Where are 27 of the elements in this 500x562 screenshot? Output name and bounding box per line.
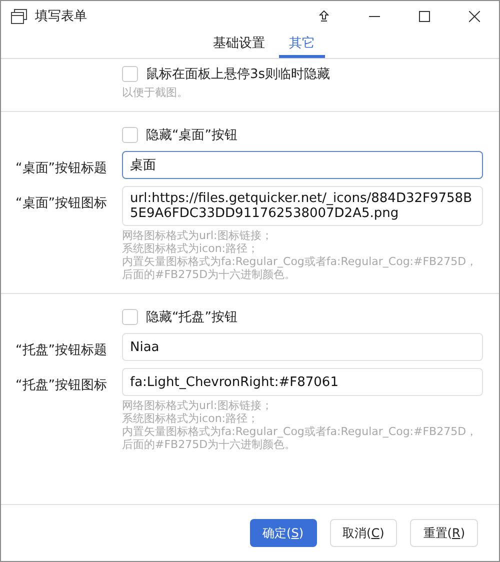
checkbox-label: 隐藏“桌面”按钮	[146, 127, 238, 144]
dialog-button[interactable]: 取消(C)	[330, 519, 398, 547]
field-label: “托盘”按钮图标	[14, 377, 108, 394]
field-label: “托盘”按钮标题	[14, 342, 108, 359]
checkbox[interactable]	[122, 309, 138, 325]
field-label: “桌面”按钮图标	[14, 195, 108, 212]
window-icon	[11, 8, 27, 24]
window-title: 填写表单	[35, 8, 88, 25]
dialog-button[interactable]: 确定(S)	[250, 519, 317, 547]
input-field[interactable]: 桌面	[122, 151, 483, 179]
checkbox-label: 隐藏“托盘”按钮	[146, 309, 238, 326]
input-field[interactable]: Niaa	[122, 333, 483, 361]
close-icon[interactable]	[468, 10, 480, 22]
dialog-button[interactable]: 重置(R)	[410, 519, 478, 547]
checkbox[interactable]	[122, 127, 138, 143]
hint-text: 网络图标格式为url:图标链接； 系统图标格式为icon:路径； 内置矢量图标格式为fa:Regular_Cog或者fa:Regular_Cog:#FB275D， 后面的#FB275D为十六进制颜色。	[122, 399, 478, 451]
maximize-icon[interactable]	[418, 10, 430, 22]
hint-text: 以便于截图。	[122, 86, 189, 99]
tab[interactable]: 基础设置	[203, 31, 275, 58]
tab[interactable]: 其它	[279, 31, 325, 58]
pin-icon[interactable]	[319, 10, 329, 22]
checkbox[interactable]	[122, 66, 138, 82]
input-field[interactable]: url:https://files.getquicker.net/_icons/884D32F9758B5E9A6FDC33DD911762538007D2A5.png	[122, 186, 483, 226]
checkbox-label: 鼠标在面板上悬停3s则临时隐藏	[146, 66, 330, 83]
hint-text: 网络图标格式为url:图标链接； 系统图标格式为icon:路径； 内置矢量图标格式为fa:Regular_Cog或者fa:Regular_Cog:#FB275D， 后面的#FB275D为十六进制颜色。	[122, 229, 478, 281]
input-field[interactable]: fa:Light_ChevronRight:#F87061	[122, 368, 483, 396]
field-label: “桌面”按钮标题	[14, 160, 108, 177]
